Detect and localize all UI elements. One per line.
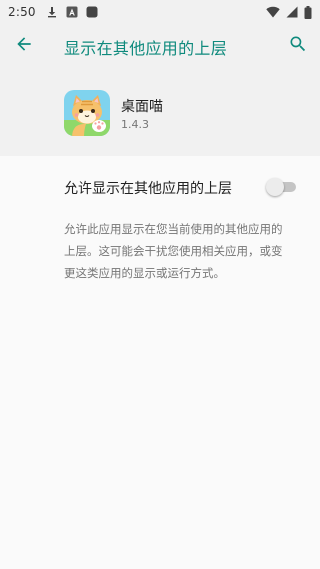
back-button[interactable] <box>12 34 36 58</box>
description-line: 更这类应用的显示或运行方式。 <box>64 266 225 280</box>
app-square-icon <box>86 6 98 18</box>
system-icons <box>266 5 312 19</box>
overlay-permission-label: 允许显示在其他应用的上层 <box>64 181 232 197</box>
toggle-thumb <box>266 178 284 196</box>
app-header: 桌面喵 1.4.3 <box>0 80 320 156</box>
arrow-back-icon <box>14 34 34 58</box>
settings-content: 允许显示在其他应用的上层 允许此应用显示在您当前使用的其他应用的 上层。这可能会… <box>0 156 320 569</box>
page-title: 显示在其他应用的上层 <box>64 39 228 58</box>
status-time: 2:50 <box>8 5 36 19</box>
search-button[interactable] <box>286 34 310 58</box>
overlay-permission-toggle[interactable] <box>266 178 298 196</box>
app-bar: 显示在其他应用的上层 <box>0 24 320 68</box>
screen: 2:50 显示在其他应用的上层 桌面喵 1.4.3 允许显示在其他应用的上层 允… <box>0 0 320 569</box>
permission-description: 允许此应用显示在您当前使用的其他应用的 上层。这可能会干扰您使用相关应用，或变 … <box>64 218 308 284</box>
battery-icon <box>304 5 312 19</box>
description-line: 允许此应用显示在您当前使用的其他应用的 <box>64 222 283 236</box>
app-icon <box>64 90 110 136</box>
search-icon <box>288 34 308 58</box>
status-bar: 2:50 <box>0 0 320 24</box>
app-name: 桌面喵 <box>121 99 163 115</box>
overlay-permission-row[interactable]: 允许显示在其他应用的上层 <box>0 162 320 200</box>
description-line: 上层。这可能会干扰您使用相关应用，或变 <box>64 244 283 258</box>
wifi-icon <box>266 6 280 18</box>
download-icon <box>46 6 58 18</box>
app-version: 1.4.3 <box>121 118 149 131</box>
notification-icons <box>46 6 98 18</box>
text-a-icon <box>66 6 78 18</box>
signal-icon <box>286 6 298 18</box>
